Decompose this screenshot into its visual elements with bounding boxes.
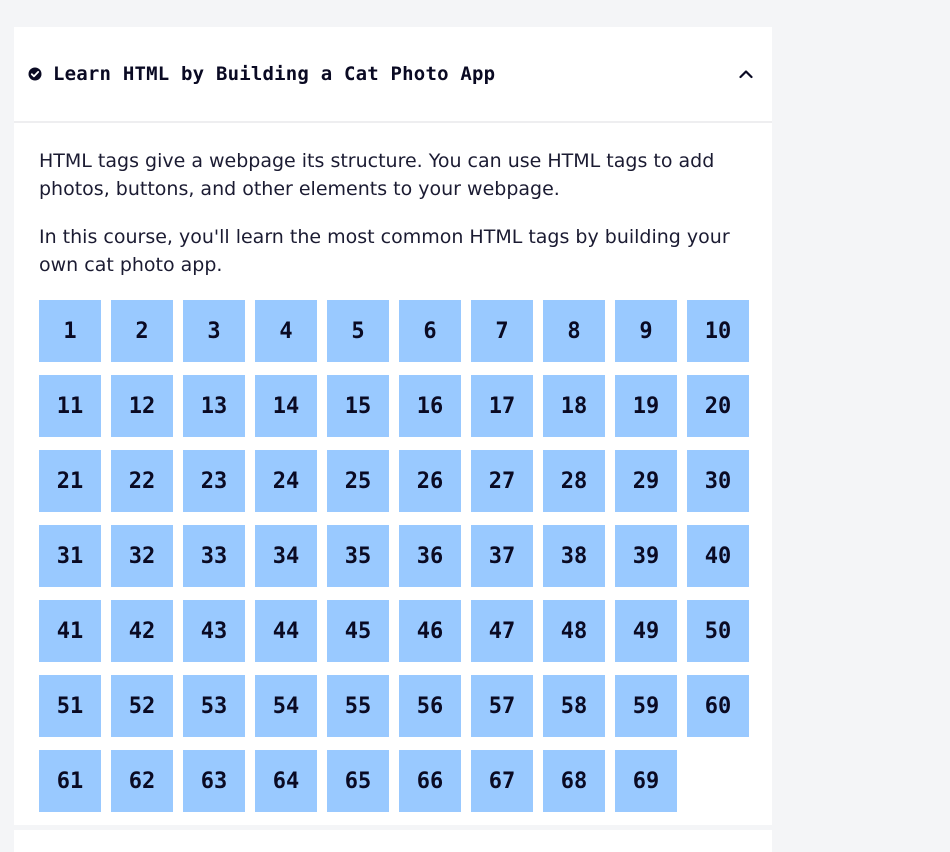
step-button[interactable]: 60 [687,675,749,737]
step-button[interactable]: 37 [471,525,533,587]
step-button[interactable]: 3 [183,300,245,362]
step-button[interactable]: 47 [471,600,533,662]
step-grid: 1 2 3 4 5 6 7 8 9 10 11 12 13 14 15 16 17 18 19 20 21 22 23 24 2… [39,300,749,812]
step-button[interactable]: 18 [543,375,605,437]
step-button[interactable]: 69 [615,750,677,812]
step-button[interactable]: 53 [183,675,245,737]
step-button[interactable]: 39 [615,525,677,587]
step-button[interactable]: 33 [183,525,245,587]
step-button[interactable]: 38 [543,525,605,587]
chevron-up-icon[interactable] [734,62,758,86]
course-title: Learn HTML by Building a Cat Photo App [53,63,496,85]
step-button[interactable]: 64 [255,750,317,812]
step-button[interactable]: 57 [471,675,533,737]
check-circle-icon [28,67,42,81]
step-button[interactable]: 25 [327,450,389,512]
step-button[interactable]: 6 [399,300,461,362]
step-button[interactable]: 43 [183,600,245,662]
step-button[interactable]: 27 [471,450,533,512]
course-description-2: In this course, you'll learn the most co… [39,226,730,276]
step-button[interactable]: 8 [543,300,605,362]
step-button[interactable]: 26 [399,450,461,512]
next-panel-edge [14,830,772,852]
step-button[interactable]: 29 [615,450,677,512]
step-button[interactable]: 58 [543,675,605,737]
step-button[interactable]: 34 [255,525,317,587]
step-button[interactable]: 56 [399,675,461,737]
step-button[interactable]: 62 [111,750,173,812]
step-button[interactable]: 66 [399,750,461,812]
step-button[interactable]: 54 [255,675,317,737]
step-button[interactable]: 55 [327,675,389,737]
step-button[interactable]: 59 [615,675,677,737]
step-button[interactable]: 68 [543,750,605,812]
step-button[interactable]: 5 [327,300,389,362]
step-button[interactable]: 9 [615,300,677,362]
step-button[interactable]: 61 [39,750,101,812]
step-button[interactable]: 44 [255,600,317,662]
step-button[interactable]: 31 [39,525,101,587]
step-button[interactable]: 17 [471,375,533,437]
step-button[interactable]: 46 [399,600,461,662]
step-button[interactable]: 2 [111,300,173,362]
step-button[interactable]: 14 [255,375,317,437]
step-button[interactable]: 24 [255,450,317,512]
step-button[interactable]: 51 [39,675,101,737]
step-button[interactable]: 63 [183,750,245,812]
step-button[interactable]: 1 [39,300,101,362]
step-button[interactable]: 52 [111,675,173,737]
step-button[interactable]: 21 [39,450,101,512]
step-button[interactable]: 20 [687,375,749,437]
course-header[interactable]: Learn HTML by Building a Cat Photo App [14,27,772,123]
step-button[interactable]: 50 [687,600,749,662]
step-button[interactable]: 48 [543,600,605,662]
step-button[interactable]: 13 [183,375,245,437]
step-button[interactable]: 45 [327,600,389,662]
step-button[interactable]: 42 [111,600,173,662]
step-button[interactable]: 32 [111,525,173,587]
step-button[interactable]: 11 [39,375,101,437]
step-button[interactable]: 4 [255,300,317,362]
step-button[interactable]: 49 [615,600,677,662]
step-button[interactable]: 15 [327,375,389,437]
course-description-1: HTML tags give a webpage its structure. … [39,150,715,200]
step-button[interactable]: 23 [183,450,245,512]
step-button[interactable]: 67 [471,750,533,812]
step-button[interactable]: 30 [687,450,749,512]
step-button[interactable]: 12 [111,375,173,437]
step-button[interactable]: 28 [543,450,605,512]
step-button[interactable]: 19 [615,375,677,437]
step-button[interactable]: 40 [687,525,749,587]
step-button[interactable]: 35 [327,525,389,587]
course-body: HTML tags give a webpage its structure. … [14,123,772,812]
step-button[interactable]: 10 [687,300,749,362]
step-button[interactable]: 22 [111,450,173,512]
step-button[interactable]: 36 [399,525,461,587]
course-panel: Learn HTML by Building a Cat Photo App H… [14,27,772,825]
step-button[interactable]: 16 [399,375,461,437]
step-button[interactable]: 65 [327,750,389,812]
step-button[interactable]: 41 [39,600,101,662]
step-button[interactable]: 7 [471,300,533,362]
